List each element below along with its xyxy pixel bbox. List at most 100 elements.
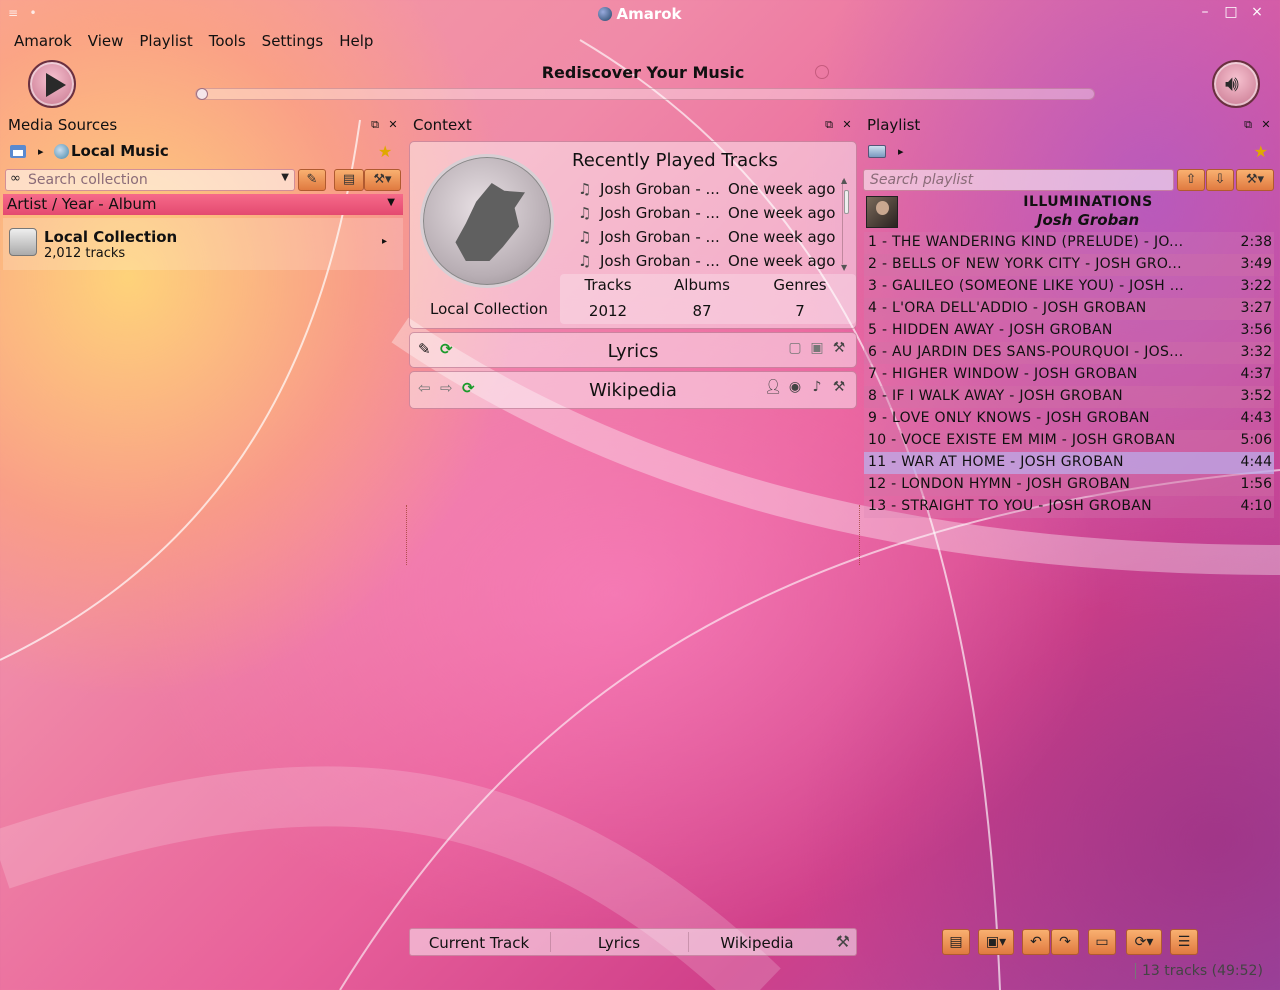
float-panel-icon[interactable]: ⧉ [820,118,838,132]
save-icon[interactable]: ▣ [806,340,828,356]
context-title: Context [413,116,472,134]
recent-track-name: Josh Groban - ... [600,180,720,198]
redo-button[interactable]: ↷ [1051,929,1079,955]
menu-view[interactable]: View [80,30,132,52]
scroll-down-icon[interactable]: ▼ [841,263,847,272]
list-item[interactable]: ♫ Josh Groban - ... One week ago [578,228,846,252]
float-panel-icon[interactable]: ⧉ [1239,118,1257,132]
table-row[interactable]: 4 - L'ORA DELL'ADDIO - JOSH GROBAN 3:27 [864,298,1274,320]
save-playlist-button[interactable]: ▣▾ [978,929,1014,955]
export-playlist-button[interactable]: ▭ [1088,929,1116,955]
track-duration: 4:43 [1240,410,1272,426]
menu-help[interactable]: Help [331,30,381,52]
table-row[interactable]: 5 - HIDDEN AWAY - JOSH GROBAN 3:56 [864,320,1274,342]
playlist-search-tools-button[interactable]: ⚒▾ [1236,169,1274,191]
clear-playlist-button[interactable]: ▤ [942,929,970,955]
scroll-up-icon[interactable]: ▲ [841,176,847,185]
track-title: 4 - L'ORA DELL'ADDIO - JOSH GROBAN [868,300,1147,316]
amarok-app-icon [598,7,613,21]
collection-tools-button[interactable]: ⚒▾ [364,169,401,191]
chevron-down-icon[interactable]: ▼ [281,172,289,183]
list-item[interactable]: ♫ Josh Groban - ... One week ago [578,204,846,228]
recently-played-scrollbar[interactable]: ▲ ▼ [841,176,850,272]
settings-tools-icon[interactable]: ⚒ [828,340,850,356]
context-tabs: Current Track Lyrics Wikipedia ⚒ [409,928,857,956]
lyrics-applet: ✎ ⟳ Lyrics ▢ ▣ ⚒ [409,332,857,368]
add-favorite-icon[interactable]: ★ [1254,142,1268,161]
list-item[interactable]: ♫ Josh Groban - ... One week ago [578,180,846,204]
minimize-button[interactable]: – [1192,4,1218,20]
breadcrumb-local-music[interactable]: Local Music [71,142,169,160]
tab-lyrics[interactable]: Lyrics [550,934,688,952]
track-duration: 3:32 [1240,344,1272,360]
scrollbar-thumb[interactable] [844,190,849,214]
local-music-icon [54,144,69,159]
maximize-button[interactable]: □ [1218,4,1244,20]
table-row[interactable]: 1 - THE WANDERING KIND (PRELUDE) - JO...… [864,232,1274,254]
undo-button[interactable]: ↶ [1022,929,1050,955]
table-row[interactable]: 7 - HIGHER WINDOW - JOSH GROBAN 4:37 [864,364,1274,386]
table-row[interactable]: 8 - IF I WALK AWAY - JOSH GROBAN 3:52 [864,386,1274,408]
track-note-icon[interactable]: ♪ [806,379,828,395]
home-icon[interactable] [10,145,26,158]
playlist-mode-button[interactable]: ⟳▾ [1126,929,1162,955]
local-collection-item[interactable]: Local Collection 2,012 tracks ▸ [3,218,403,270]
media-sources-title: Media Sources [8,116,118,134]
playlist-icon[interactable] [868,145,886,158]
binoculars-icon: ∞ [10,171,21,186]
table-row[interactable]: 3 - GALILEO (SOMEONE LIKE YOU) - JOSH ..… [864,276,1274,298]
table-row[interactable]: 10 - VOCE EXISTE EM MIM - JOSH GROBAN 5:0… [864,430,1274,452]
tab-current-track[interactable]: Current Track [410,934,548,952]
seek-slider[interactable] [195,88,1095,100]
playlist-layout-button[interactable]: ☰ [1170,929,1198,955]
close-panel-icon[interactable]: ✕ [838,118,856,131]
artist-icon[interactable]: 👤︎ [762,379,784,395]
breadcrumb-arrow-icon[interactable]: ▸ [898,142,904,162]
collection-name: Local Collection [44,228,178,246]
music-note-icon: ♫ [578,228,592,246]
tab-wikipedia[interactable]: Wikipedia [688,934,826,952]
collection-track-count: 2,012 tracks [44,246,126,261]
table-row[interactable]: 11 - WAR AT HOME - JOSH GROBAN 4:44 [864,452,1274,474]
next-match-button[interactable]: ⇩ [1206,169,1234,191]
menu-tools[interactable]: Tools [201,30,254,52]
float-panel-icon[interactable]: ⧉ [366,118,384,132]
stat-label-albums: Albums [674,276,730,294]
panel-splitter[interactable] [406,505,407,565]
recent-track-time: One week ago [728,252,836,270]
table-row[interactable]: 2 - BELLS OF NEW YORK CITY - JOSH GRO...… [864,254,1274,276]
collection-search-placeholder: Search collection [28,172,148,188]
playlist-search-input[interactable]: Search playlist [863,169,1174,191]
configure-applets-icon[interactable]: ⚒ [836,932,850,951]
breadcrumb-arrow-icon[interactable]: ▸ [38,142,44,162]
speaker-icon: 🔊︎ [1225,72,1239,97]
track-title: 10 - VOCE EXISTE EM MIM - JOSH GROBAN [868,432,1176,448]
close-panel-icon[interactable]: ✕ [384,118,402,131]
close-panel-icon[interactable]: ✕ [1257,118,1275,131]
menu-playlist[interactable]: Playlist [131,30,200,52]
table-row[interactable]: 13 - STRAIGHT TO YOU - JOSH GROBAN 4:10 [864,496,1274,518]
table-row[interactable]: 6 - AU JARDIN DES SANS-POURQUOI - JOS...… [864,342,1274,364]
expand-arrow-icon[interactable]: ▸ [382,236,387,247]
edit-filter-button[interactable]: ✎ [298,169,326,191]
menu-settings[interactable]: Settings [254,30,332,52]
collection-search-input[interactable]: ∞ Search collection ▼ [5,169,295,191]
add-favorite-icon[interactable]: ★ [378,142,392,161]
recent-track-time: One week ago [728,228,836,246]
settings-tools-icon[interactable]: ⚒ [828,379,850,395]
previous-match-button[interactable]: ⇧ [1177,169,1205,191]
album-icon[interactable]: ◉ [784,379,806,395]
panel-splitter[interactable] [859,505,860,565]
close-button[interactable]: × [1244,4,1270,20]
stat-label-tracks: Tracks [584,276,632,294]
table-row[interactable]: 9 - LOVE ONLY KNOWS - JOSH GROBAN 4:43 [864,408,1274,430]
table-row[interactable]: 12 - LONDON HYMN - JOSH GROBAN 1:56 [864,474,1274,496]
view-mode-button[interactable]: ▤ [334,169,364,191]
track-duration: 4:37 [1240,366,1272,382]
lyrics-file-icon[interactable]: ▢ [784,340,806,356]
list-item[interactable]: ♫ Josh Groban - ... One week ago [578,252,846,272]
volume-button[interactable]: 🔊︎ [1212,60,1260,108]
grouping-selector[interactable]: Artist / Year - Album ▼ [3,194,403,215]
seek-handle[interactable] [196,88,208,100]
menu-amarok[interactable]: Amarok [6,30,80,52]
